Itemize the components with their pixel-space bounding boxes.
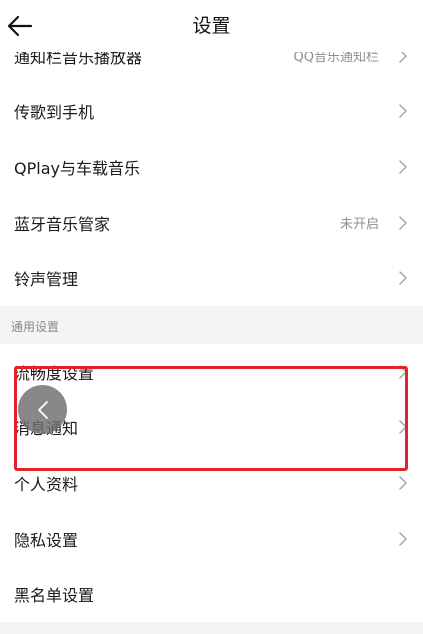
row-label: QPlay与车载音乐 [14, 158, 140, 178]
chevron-right-icon [397, 419, 409, 435]
row-label: 流畅度设置 [14, 363, 95, 383]
settings-row-transfer-to-phone[interactable]: 传歌到手机 [0, 83, 423, 140]
section-label: 通用设置 [11, 319, 60, 334]
chevron-right-icon [397, 215, 409, 231]
settings-row-blacklist[interactable]: 黑名单设置 [0, 566, 423, 622]
row-label: 铃声管理 [14, 270, 79, 290]
chevron-right-icon [397, 364, 409, 380]
chevron-right-icon [397, 270, 409, 286]
row-label: 黑名单设置 [14, 586, 95, 606]
row-label: 隐私设置 [14, 530, 79, 550]
chevron-right-icon [397, 103, 409, 119]
settings-row-smoothness[interactable]: 流畅度设置 [0, 343, 423, 400]
settings-row-bluetooth-manager[interactable]: 蓝牙音乐管家 未开启 [0, 194, 423, 251]
chevron-left-icon [37, 400, 48, 419]
row-label: 个人资料 [14, 474, 79, 494]
settings-row-profile[interactable]: 个人资料 [0, 455, 423, 511]
settings-list: 通知栏音乐播放器 QQ音乐通知栏 传歌到手机 QPlay与车载音乐 蓝牙音乐管家… [0, 28, 423, 634]
chevron-right-icon [397, 475, 409, 491]
settings-row-privacy[interactable]: 隐私设置 [0, 510, 423, 567]
settings-row-ringtone[interactable]: 铃声管理 [0, 250, 423, 306]
row-value: 未开启 [339, 217, 379, 233]
settings-screen: 设置 通知栏音乐播放器 QQ音乐通知栏 传歌到手机 QPlay与车载音乐 蓝牙音… [0, 0, 423, 634]
page-title: 设置 [192, 15, 231, 37]
section-header-other: 其他 [0, 621, 423, 634]
chevron-right-icon [397, 531, 409, 547]
row-label: 蓝牙音乐管家 [14, 214, 111, 234]
app-header: 设置 [0, 0, 423, 52]
chevron-right-icon [397, 159, 409, 175]
settings-row-qplay-car[interactable]: QPlay与车载音乐 [0, 139, 423, 195]
floating-back-button[interactable] [18, 385, 67, 434]
section-header-general: 通用设置 [0, 305, 423, 344]
row-label: 传歌到手机 [14, 103, 95, 123]
